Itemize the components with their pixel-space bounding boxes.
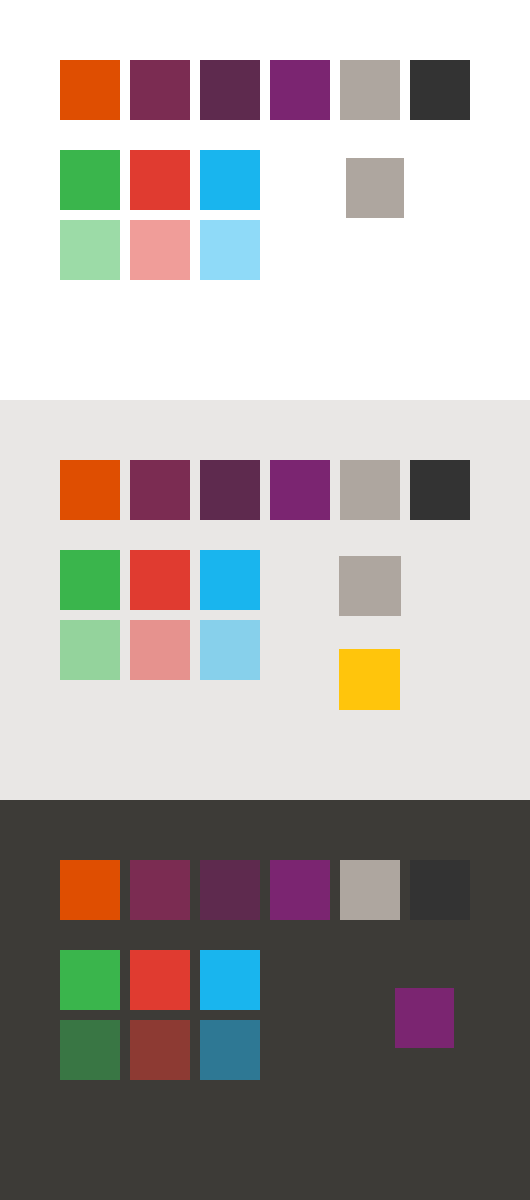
swatch-green xyxy=(60,950,120,1010)
swatch-green-shade xyxy=(60,1020,120,1080)
swatch-plum xyxy=(130,860,190,920)
swatch-aubergine xyxy=(200,60,260,120)
swatch-extra-warm-grey xyxy=(339,556,401,616)
swatch-blue xyxy=(200,950,260,1010)
swatch-extra-warm-grey xyxy=(346,158,404,218)
swatch-cool-grey xyxy=(410,60,470,120)
swatch-red-tint xyxy=(130,620,190,680)
swatch-red-shade xyxy=(130,1020,190,1080)
swatch-extra-purple xyxy=(395,988,454,1048)
swatch-blue xyxy=(200,150,260,210)
swatch-green xyxy=(60,150,120,210)
swatch-aubergine xyxy=(200,460,260,520)
swatch-blue-shade xyxy=(200,1020,260,1080)
swatch-warm-grey xyxy=(340,860,400,920)
swatch-plum xyxy=(130,460,190,520)
swatch-green xyxy=(60,550,120,610)
swatch-purple xyxy=(270,860,330,920)
swatch-warm-grey xyxy=(340,460,400,520)
swatch-warm-grey xyxy=(340,60,400,120)
palette-section-grey xyxy=(0,400,530,800)
swatch-green-tint xyxy=(60,220,120,280)
swatch-blue-tint xyxy=(200,620,260,680)
swatch-blue xyxy=(200,550,260,610)
palette-section-dark xyxy=(0,800,530,1200)
swatch-cool-grey xyxy=(410,460,470,520)
swatch-purple xyxy=(270,60,330,120)
swatch-red xyxy=(130,550,190,610)
swatch-extra-yellow xyxy=(339,649,400,710)
swatch-cool-grey xyxy=(410,860,470,920)
swatch-red xyxy=(130,150,190,210)
swatch-orange xyxy=(60,60,120,120)
palette-section-light xyxy=(0,0,530,400)
swatch-red-tint xyxy=(130,220,190,280)
swatch-orange xyxy=(60,460,120,520)
swatch-purple xyxy=(270,460,330,520)
swatch-orange xyxy=(60,860,120,920)
swatch-plum xyxy=(130,60,190,120)
swatch-green-tint xyxy=(60,620,120,680)
swatch-blue-tint xyxy=(200,220,260,280)
swatch-red xyxy=(130,950,190,1010)
swatch-aubergine xyxy=(200,860,260,920)
